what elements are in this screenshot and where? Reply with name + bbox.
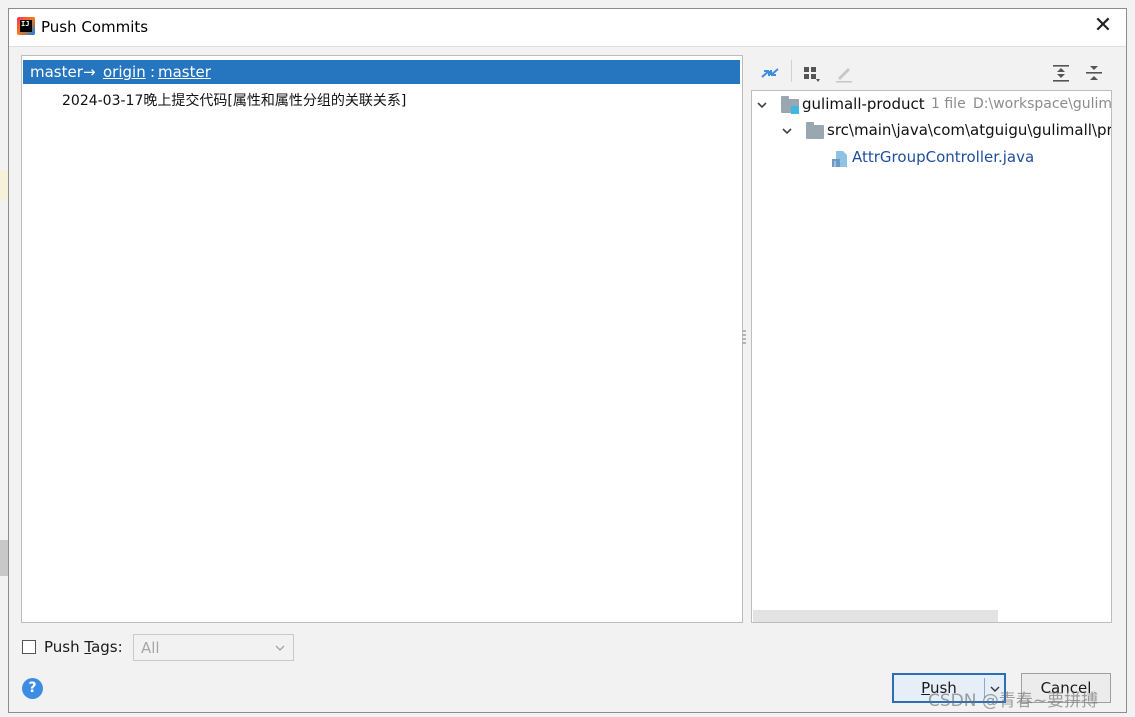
push-tags-label[interactable]: Push Tags: bbox=[44, 638, 123, 656]
chevron-down-icon[interactable] bbox=[782, 126, 792, 136]
expand-all-icon[interactable] bbox=[1050, 62, 1072, 84]
intellij-idea-icon: IJ bbox=[17, 17, 35, 35]
group-by-icon[interactable] bbox=[801, 62, 823, 84]
push-tags-label-post: ags: bbox=[91, 638, 123, 656]
module-file-count: 1 file bbox=[931, 96, 966, 112]
horizontal-scrollbar[interactable] bbox=[753, 610, 998, 622]
tree-row-package[interactable]: src\main\java\com\atguigu\gulimall\produ… bbox=[752, 119, 1112, 143]
remote-branch-link[interactable]: master bbox=[158, 63, 211, 81]
title-bar: IJ Push Commits ✕ bbox=[9, 9, 1126, 47]
background-strip bbox=[0, 170, 8, 200]
splitter-handle[interactable] bbox=[742, 330, 746, 346]
changes-tree: gulimall-product 1 file D:\workspace\gul… bbox=[751, 90, 1112, 623]
module-folder-icon bbox=[781, 96, 799, 114]
remote-separator: : bbox=[150, 63, 156, 81]
help-icon[interactable]: ? bbox=[22, 678, 43, 699]
module-path: D:\workspace\gulimall bbox=[973, 96, 1112, 112]
commits-panel: master → origin : master 2024-03-17晚上提交代… bbox=[21, 55, 743, 623]
chevron-down-icon bbox=[275, 645, 285, 651]
package-path: src\main\java\com\atguigu\gulimall\produ… bbox=[827, 121, 1112, 139]
push-tags-select-value: All bbox=[141, 639, 160, 657]
remote-link[interactable]: origin bbox=[103, 63, 146, 81]
folder-icon bbox=[806, 122, 824, 139]
tree-row-file[interactable]: J AttrGroupController.java bbox=[752, 146, 1111, 170]
edit-source-icon[interactable] bbox=[833, 62, 855, 84]
show-diff-icon[interactable] bbox=[759, 62, 781, 84]
tree-row-module[interactable]: gulimall-product 1 file D:\workspace\gul… bbox=[752, 93, 1112, 117]
toolbar-separator bbox=[791, 60, 792, 82]
push-tags-select[interactable]: All bbox=[133, 634, 294, 661]
push-tags-checkbox[interactable] bbox=[22, 640, 36, 654]
commit-item[interactable]: 2024-03-17晚上提交代码[属性和属性分组的关联关系] bbox=[62, 90, 406, 110]
java-file-icon: J bbox=[832, 151, 847, 168]
chevron-down-icon[interactable] bbox=[757, 100, 767, 110]
push-tags-label-pre: Push bbox=[44, 638, 85, 656]
close-icon[interactable]: ✕ bbox=[1090, 13, 1116, 39]
watermark: CSDN @青春~要拼搏 bbox=[928, 691, 1099, 711]
dialog-title: Push Commits bbox=[41, 18, 149, 36]
svg-text:J: J bbox=[833, 160, 836, 168]
module-name: gulimall-product bbox=[802, 95, 925, 113]
branch-row[interactable]: master → origin : master bbox=[23, 60, 740, 84]
collapse-all-icon[interactable] bbox=[1083, 62, 1105, 84]
arrow-icon: → bbox=[83, 63, 96, 81]
local-branch: master bbox=[30, 63, 83, 81]
background-strip bbox=[0, 540, 8, 576]
file-name[interactable]: AttrGroupController.java bbox=[852, 148, 1034, 166]
